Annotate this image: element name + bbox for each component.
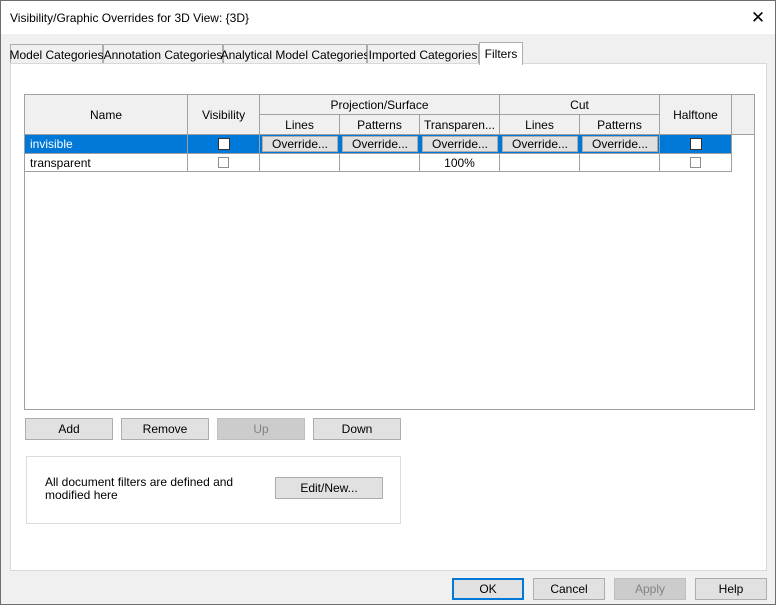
override-projection-lines-button[interactable]: Override...	[262, 136, 338, 152]
add-button[interactable]: Add	[25, 418, 113, 440]
cut-patterns-cell[interactable]	[580, 154, 660, 172]
header-projection-patterns: Patterns	[340, 115, 420, 135]
header-name: Name	[25, 95, 188, 135]
filters-info-text: All document filters are defined and mod…	[45, 475, 234, 502]
visibility-graphics-dialog: Visibility/Graphic Overrides for 3D View…	[0, 0, 776, 605]
table-row-name[interactable]: invisible	[25, 135, 188, 154]
override-transparency-button[interactable]: Override...	[422, 136, 498, 152]
apply-button[interactable]: Apply	[614, 578, 686, 600]
override-projection-patterns-button[interactable]: Override...	[342, 136, 418, 152]
header-visibility: Visibility	[188, 95, 260, 135]
tab-analytical-model-categories[interactable]: Analytical Model Categories	[221, 44, 369, 64]
halftone-checkbox[interactable]	[689, 138, 702, 150]
projection-lines-cell[interactable]	[260, 154, 340, 172]
header-transparency: Transparen...	[420, 115, 500, 135]
filters-table: Name Visibility Projection/Surface Cut H…	[24, 94, 755, 410]
header-projection-lines: Lines	[260, 115, 340, 135]
header-halftone: Halftone	[660, 95, 732, 135]
visibility-cell	[188, 135, 260, 154]
tab-imported-categories[interactable]: Imported Categories	[367, 44, 479, 64]
ok-button[interactable]: OK	[452, 578, 524, 600]
halftone-cell	[660, 135, 732, 154]
header-filler	[732, 95, 754, 135]
halftone-checkbox[interactable]	[690, 157, 701, 168]
window-title: Visibility/Graphic Overrides for 3D View…	[10, 11, 249, 25]
tab-annotation-categories[interactable]: Annotation Categories	[103, 44, 223, 64]
tab-model-categories[interactable]: Model Categories	[9, 44, 104, 64]
header-cut-lines: Lines	[500, 115, 580, 135]
projection-patterns-cell[interactable]	[340, 154, 420, 172]
header-projection-surface: Projection/Surface	[260, 95, 500, 115]
cut-lines-cell[interactable]	[500, 154, 580, 172]
header-cut-patterns: Patterns	[580, 115, 660, 135]
visibility-cell	[188, 154, 260, 172]
header-cut: Cut	[500, 95, 660, 115]
title-bar: Visibility/Graphic Overrides for 3D View…	[1, 1, 775, 34]
tab-filters[interactable]: Filters	[479, 42, 523, 65]
transparency-cell[interactable]: 100%	[420, 154, 500, 172]
override-cut-patterns-button[interactable]: Override...	[582, 136, 658, 152]
help-button[interactable]: Help	[695, 578, 767, 600]
override-cut-lines-button[interactable]: Override...	[502, 136, 578, 152]
filters-panel: Name Visibility Projection/Surface Cut H…	[10, 63, 767, 571]
cancel-button[interactable]: Cancel	[533, 578, 605, 600]
down-button[interactable]: Down	[313, 418, 401, 440]
visibility-checkbox[interactable]	[217, 138, 230, 150]
remove-button[interactable]: Remove	[121, 418, 209, 440]
close-icon[interactable]: ✕	[741, 1, 775, 34]
up-button[interactable]: Up	[217, 418, 305, 440]
edit-new-button[interactable]: Edit/New...	[275, 477, 383, 499]
table-row-name[interactable]: transparent	[25, 154, 188, 172]
filters-info-group: All document filters are defined and mod…	[26, 456, 401, 524]
visibility-checkbox[interactable]	[218, 157, 229, 168]
halftone-cell	[660, 154, 732, 172]
